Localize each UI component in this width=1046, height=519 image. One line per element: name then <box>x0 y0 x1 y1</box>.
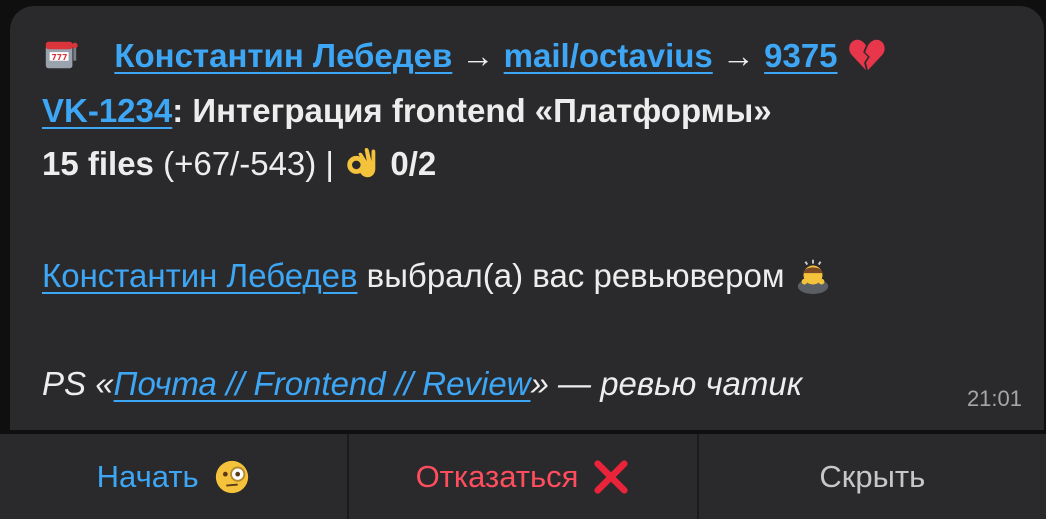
message-bubble: 777 Константин Лебедев → mail/octavius →… <box>10 6 1044 430</box>
arrow-1: → <box>461 37 495 74</box>
stats-line: 15 files (+67/-543) | 0/2 <box>42 144 436 184</box>
cross-mark-icon <box>594 459 629 494</box>
svg-text:777: 777 <box>52 53 68 62</box>
author-link[interactable]: Константин Лебедев <box>114 37 452 74</box>
ok-hand-icon <box>347 147 376 178</box>
monocle-face-icon <box>215 460 248 493</box>
ps-line: PS «Почта // Frontend // Review» — ревью… <box>42 364 802 404</box>
slot-machine-icon: 777 <box>45 41 78 69</box>
start-button[interactable]: Начать <box>0 434 348 519</box>
ps-suffix: » — ревью чатик <box>530 365 803 402</box>
reviewer-author-link[interactable]: Константин Лебедев <box>42 257 358 294</box>
header-line: 777 Константин Лебедев → mail/octavius →… <box>42 36 885 76</box>
start-button-label: Начать <box>96 458 199 494</box>
repo-link[interactable]: mail/octavius <box>504 37 713 74</box>
broken-heart-icon <box>848 39 885 71</box>
pr-link[interactable]: 9375 <box>764 37 837 74</box>
approvals-count: 0/2 <box>390 145 437 182</box>
review-chat-link[interactable]: Почта // Frontend // Review <box>114 365 531 402</box>
issue-line: VK-1234: Интеграция frontend «Платформы» <box>42 91 772 131</box>
reviewer-text: выбрал(а) вас ревьювером <box>357 257 794 294</box>
bowing-person-icon <box>797 259 828 294</box>
arrow-2: → <box>721 37 755 74</box>
diff-stats: (+67/-543) | <box>153 145 344 182</box>
decline-button-label: Отказаться <box>415 458 579 494</box>
files-count: 15 files <box>42 145 154 182</box>
decline-button[interactable]: Отказаться <box>347 434 697 519</box>
ps-prefix: PS « <box>42 365 114 402</box>
issue-link[interactable]: VK-1234 <box>42 92 172 129</box>
message-time: 21:01 <box>966 386 1022 411</box>
reviewer-line: Константин Лебедев выбрал(а) вас ревьюве… <box>42 256 832 296</box>
inline-keyboard: Начать Отказаться Скрыть <box>0 434 1046 519</box>
hide-button[interactable]: Скрыть <box>696 434 1046 519</box>
issue-title: : Интеграция frontend «Платформы» <box>172 92 772 129</box>
hide-button-label: Скрыть <box>819 458 926 494</box>
